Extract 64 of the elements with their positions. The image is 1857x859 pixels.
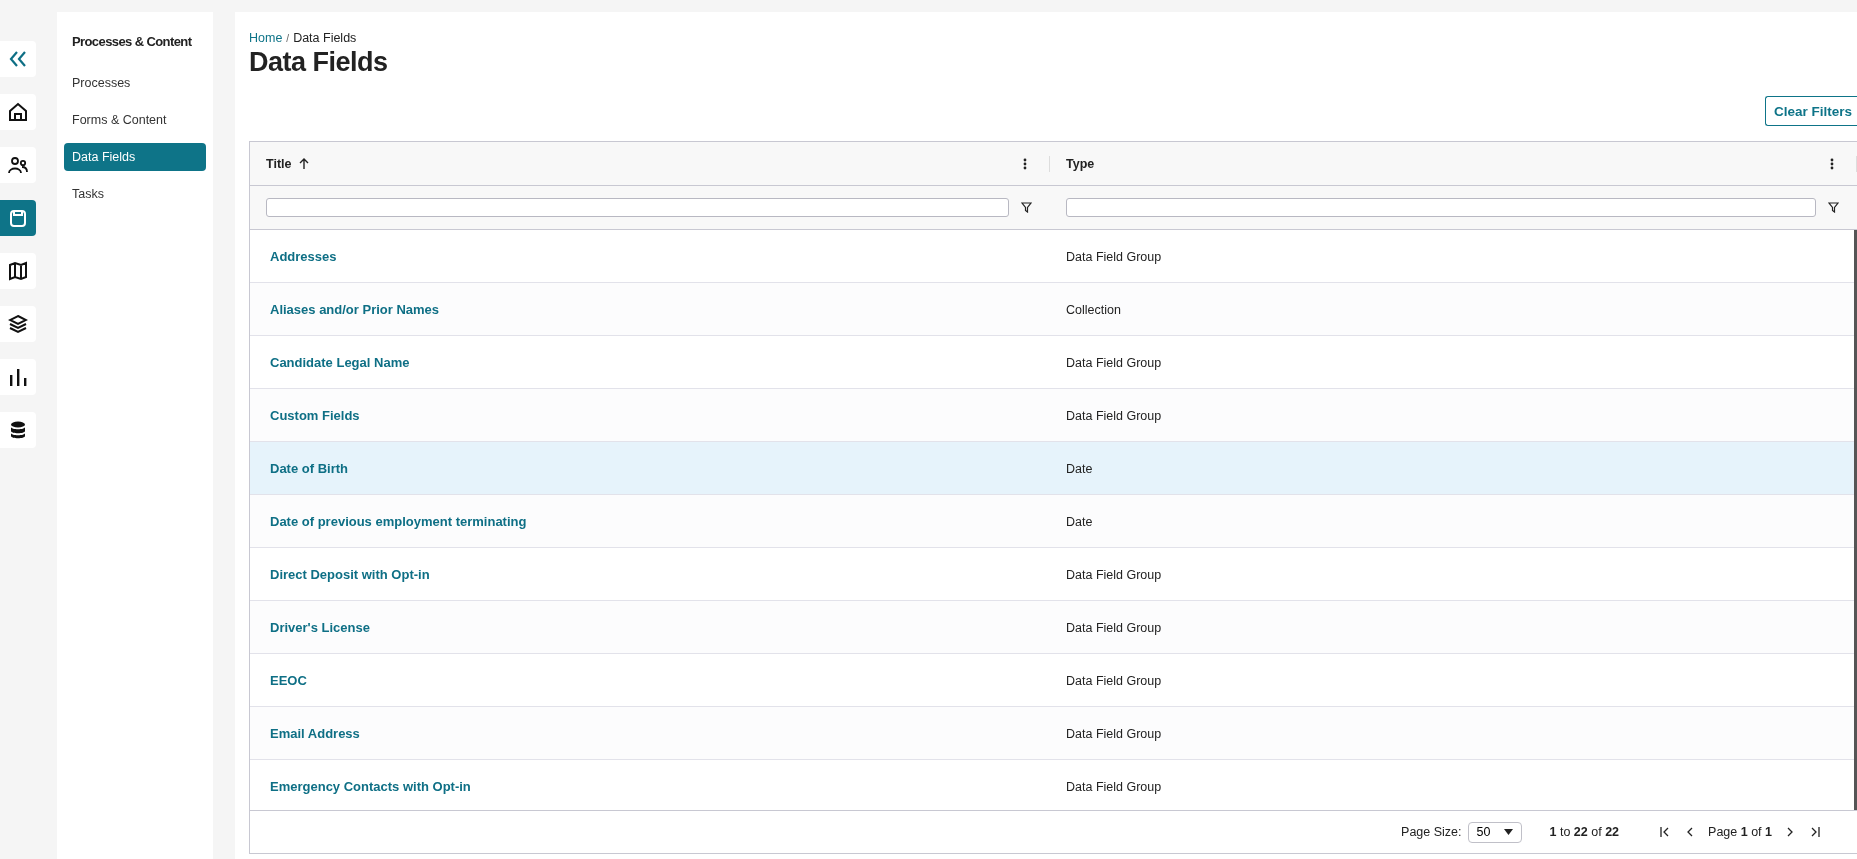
sidebar-title: Processes & Content xyxy=(71,33,193,51)
title-link[interactable]: Date of Birth xyxy=(270,460,348,476)
sidebar-item[interactable]: Processes xyxy=(64,69,206,97)
sidebar-item[interactable]: Data Fields xyxy=(64,143,206,171)
breadcrumb-separator: / xyxy=(286,33,290,44)
title-link[interactable]: Emergency Contacts with Opt-in xyxy=(270,778,471,794)
type-cell: Date xyxy=(1066,461,1093,476)
last-page-icon[interactable] xyxy=(1811,827,1820,837)
type-cell: Data Field Group xyxy=(1066,355,1162,370)
filter-icon[interactable] xyxy=(1828,202,1839,213)
type-cell: Data Field Group xyxy=(1066,779,1162,794)
caret-icon xyxy=(1503,829,1513,835)
rail-button[interactable] xyxy=(0,253,36,289)
page-title: Data Fields xyxy=(249,47,389,78)
page-indicator: Page 1 of 1 xyxy=(1708,825,1772,839)
title-link[interactable]: Addresses xyxy=(270,248,337,264)
database-icon xyxy=(8,420,28,440)
sidebar-item[interactable]: Forms & Content xyxy=(64,106,206,134)
map-icon xyxy=(8,261,28,281)
filter-input[interactable] xyxy=(1066,198,1816,217)
rail-button[interactable] xyxy=(0,147,36,183)
filter-input[interactable] xyxy=(266,198,1009,217)
clipboard-icon xyxy=(8,208,28,228)
title-link[interactable]: Driver's License xyxy=(270,619,370,635)
column-menu-icon[interactable] xyxy=(1830,157,1834,170)
home-icon xyxy=(8,102,28,122)
page-size-label: Page Size: xyxy=(1401,825,1462,839)
type-cell: Data Field Group xyxy=(1066,673,1162,688)
type-cell: Data Field Group xyxy=(1066,408,1162,423)
title-link[interactable]: Custom Fields xyxy=(270,407,360,423)
title-link[interactable]: Direct Deposit with Opt-in xyxy=(270,566,430,582)
title-link[interactable]: Email Address xyxy=(270,725,360,741)
next-page-icon[interactable] xyxy=(1787,827,1793,837)
column-header[interactable]: Type xyxy=(1066,156,1095,171)
row-range: 1 to 22 of 22 xyxy=(1549,825,1620,839)
type-cell: Data Field Group xyxy=(1066,620,1162,635)
first-page-icon[interactable] xyxy=(1660,827,1670,837)
rail-button[interactable] xyxy=(0,306,36,342)
title-link[interactable]: Candidate Legal Name xyxy=(270,354,410,370)
double-chevron-left-icon xyxy=(8,49,28,69)
type-cell: Data Field Group xyxy=(1066,567,1162,582)
table-row[interactable]: Date of Birth Date xyxy=(250,442,1854,495)
type-cell: Collection xyxy=(1066,302,1121,317)
users-icon xyxy=(8,155,28,175)
column-menu-icon[interactable] xyxy=(1023,157,1027,170)
layers-icon xyxy=(8,314,28,334)
type-cell: Data Field Group xyxy=(1066,249,1162,264)
column-header[interactable]: Title xyxy=(266,156,292,171)
title-link[interactable]: Aliases and/or Prior Names xyxy=(270,301,440,317)
filter-icon[interactable] xyxy=(1021,202,1032,213)
rail-button[interactable] xyxy=(0,412,36,448)
sidebar-item[interactable]: Tasks xyxy=(64,180,206,208)
title-link[interactable]: EEOC xyxy=(270,672,307,688)
previous-page-icon[interactable] xyxy=(1687,827,1694,837)
rail-button[interactable] xyxy=(0,359,36,395)
type-cell: Data Field Group xyxy=(1066,726,1162,741)
clear-filters-button[interactable]: Clear Filters xyxy=(1765,96,1857,126)
page-size-select[interactable]: 50 xyxy=(1467,821,1522,843)
breadcrumb-link[interactable]: Home xyxy=(249,31,283,45)
bar-chart-icon xyxy=(8,367,28,387)
title-link[interactable]: Date of previous employment terminating xyxy=(270,513,527,529)
breadcrumb-current: Data Fields xyxy=(293,31,357,45)
type-cell: Date xyxy=(1066,514,1093,529)
rail-button[interactable] xyxy=(0,94,36,130)
